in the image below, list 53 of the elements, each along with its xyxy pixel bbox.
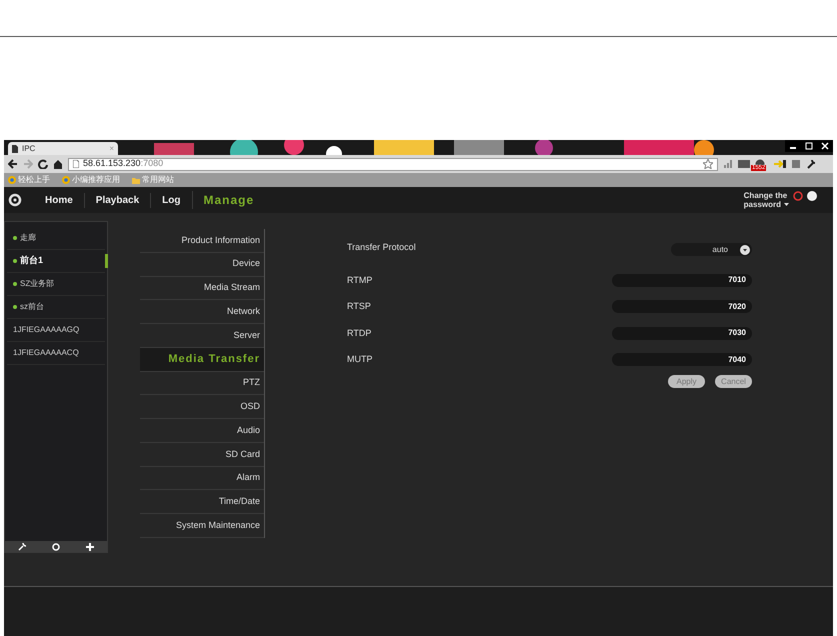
port-field[interactable]: 7040 [612,353,752,366]
folder-icon [132,176,140,184]
nav-tab[interactable]: Home [34,192,84,208]
nav-tab[interactable]: Playback [84,192,150,208]
change-password-menu[interactable]: Change the password [744,191,789,209]
menu-item[interactable]: System Maintenance [140,514,264,538]
page-icon [12,144,18,152]
browser-logo-icon [8,176,16,184]
field-label: MUTP [347,353,372,366]
field-label: RTMP [347,274,372,286]
camera-list-item[interactable]: 走廊 [7,227,105,250]
port-field[interactable]: 7020 [612,300,752,314]
camera-list-item[interactable]: 1JFIEGAAAAAGQ [7,319,105,342]
address-field[interactable]: 58.61.153.230:7080 [68,158,718,170]
menu-item[interactable]: Device [140,252,264,277]
tab-title: IPC [22,142,36,154]
field-label: RTSP [347,300,371,313]
port-field[interactable]: 7030 [612,326,752,340]
wrench-icon[interactable] [806,159,816,169]
menu-item[interactable]: PTZ [140,372,264,396]
dropdown-icon [740,244,750,254]
menu-item[interactable]: Time/Date [140,490,264,514]
caret-icon [784,203,789,206]
plus-icon[interactable] [86,542,94,550]
camera-list-item[interactable]: 前台1 [7,250,105,273]
field-label: Transfer Protocol [347,241,416,254]
nav-tab[interactable]: Log [150,192,192,208]
reload-icon[interactable] [38,159,48,169]
field-label: RTDP [347,326,372,340]
browser-tab[interactable]: IPC × [8,142,118,155]
menu-item[interactable]: Alarm [140,466,264,490]
page-icon [73,160,79,168]
camera-list-item[interactable]: SZ业务部 [7,273,105,296]
browser-logo-icon [62,176,70,184]
menu-item[interactable]: Audio [140,419,264,443]
url-text: 58.61.153.230:7080 [83,157,164,170]
menu-item[interactable]: Media Transfer [140,348,264,372]
protocol-select[interactable]: auto [671,243,752,256]
menu-item[interactable]: Product Information [140,229,264,253]
port-field[interactable]: 7010 [612,274,752,287]
nav-tab[interactable]: Manage [192,191,266,209]
home-icon[interactable] [53,159,63,169]
camera-list-item[interactable]: sz前台 [7,296,105,319]
menu-item[interactable]: SD Card [140,442,264,467]
logo-icon [8,193,22,207]
camera-list-item[interactable]: 1JFIEGAAAAACQ [7,342,105,365]
menu-item[interactable]: Media Stream [140,276,264,300]
arrow-icon[interactable] [774,159,786,169]
back-icon[interactable] [8,159,18,169]
star-icon[interactable] [703,159,713,169]
menu-item[interactable]: OSD [140,395,264,420]
power-icon[interactable] [793,191,803,201]
menu-item[interactable]: Network [140,300,264,324]
